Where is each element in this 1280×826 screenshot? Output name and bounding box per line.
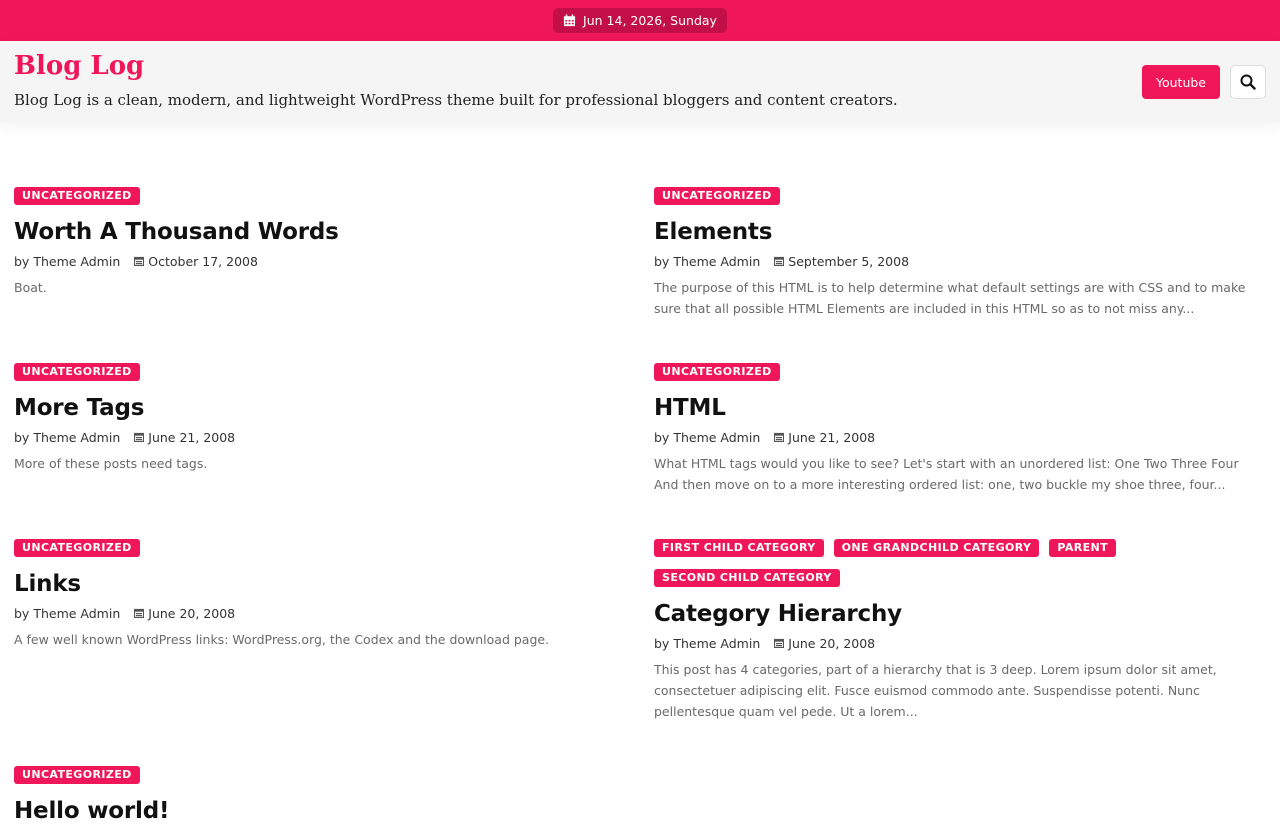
calendar-icon — [563, 14, 576, 27]
category-badge[interactable]: UNCATEGORIZED — [654, 187, 780, 205]
post-meta: by Theme Admin June 20, 2008 — [14, 603, 624, 623]
calendar-icon — [774, 638, 785, 648]
post-date[interactable]: June 20, 2008 — [134, 606, 235, 621]
post-card: FIRST CHILD CATEGORY ONE GRANDCHILD CATEG… — [654, 539, 1264, 722]
post-excerpt: What HTML tags would you like to see? Le… — [654, 456, 1239, 492]
calendar-icon — [774, 432, 785, 442]
post-author: by Theme Admin — [654, 636, 760, 651]
post-card: UNCATEGORIZED Worth A Thousand Words by … — [14, 187, 624, 298]
post-card: UNCATEGORIZED Links by Theme Admin June … — [14, 539, 624, 650]
category-badge[interactable]: UNCATEGORIZED — [14, 766, 140, 784]
category-badge[interactable]: SECOND CHILD CATEGORY — [654, 569, 840, 587]
post-categories: FIRST CHILD CATEGORY ONE GRANDCHILD CATEG… — [654, 539, 1264, 599]
post-date[interactable]: June 20, 2008 — [774, 636, 875, 651]
category-badge[interactable]: UNCATEGORIZED — [14, 363, 140, 381]
post-categories: UNCATEGORIZED — [14, 363, 624, 393]
post-author-prefix: by — [14, 253, 30, 269]
category-badge[interactable]: UNCATEGORIZED — [14, 539, 140, 557]
post-author: by Theme Admin — [14, 606, 120, 621]
site-header: Blog Log Blog Log is a clean, modern, an… — [0, 41, 1280, 122]
post-excerpt: More of these posts need tags. — [14, 456, 208, 471]
post-excerpt: Boat. — [14, 280, 47, 295]
post-meta: by Theme Admin June 21, 2008 — [654, 427, 1264, 447]
post-card: UNCATEGORIZED Elements by Theme Admin Se… — [654, 187, 1264, 319]
category-badge[interactable]: FIRST CHILD CATEGORY — [654, 539, 824, 557]
post-title[interactable]: More Tags — [14, 393, 624, 423]
site-title[interactable]: Blog Log — [14, 48, 144, 84]
post-date-text: June 21, 2008 — [148, 429, 236, 445]
post-author-link[interactable]: Theme Admin — [33, 430, 120, 445]
post-categories: UNCATEGORIZED — [14, 766, 624, 796]
post-excerpt: This post has 4 categories, part of a hi… — [654, 662, 1217, 719]
post-date[interactable]: October 17, 2008 — [134, 254, 258, 269]
post-date[interactable]: June 21, 2008 — [134, 430, 235, 445]
post-title[interactable]: Category Hierarchy — [654, 599, 1264, 629]
post-meta: by Theme Admin June 20, 2008 — [654, 633, 1264, 653]
post-title[interactable]: HTML — [654, 393, 1264, 423]
post-categories: UNCATEGORIZED — [14, 539, 624, 569]
post-card: UNCATEGORIZED HTML by Theme Admin June 2… — [654, 363, 1264, 495]
post-author-prefix: by — [14, 429, 30, 445]
post-title[interactable]: Elements — [654, 217, 1264, 247]
post-author-link[interactable]: Theme Admin — [33, 606, 120, 621]
post-date-text: October 17, 2008 — [148, 253, 258, 269]
post-author-link[interactable]: Theme Admin — [33, 254, 120, 269]
post-author-link[interactable]: Theme Admin — [673, 254, 760, 269]
post-author-prefix: by — [654, 635, 670, 651]
category-badge[interactable]: UNCATEGORIZED — [654, 363, 780, 381]
category-badge[interactable]: ONE GRANDCHILD CATEGORY — [833, 539, 1040, 557]
calendar-icon — [134, 256, 145, 266]
post-author-prefix: by — [654, 429, 670, 445]
post-author-prefix: by — [14, 605, 30, 621]
top-bar: Jun 14, 2026, Sunday — [0, 0, 1280, 41]
post-date-text: September 5, 2008 — [788, 253, 910, 269]
post-date-text: June 20, 2008 — [148, 605, 236, 621]
calendar-icon — [774, 256, 785, 266]
post-date[interactable]: September 5, 2008 — [774, 254, 909, 269]
current-date-text: Jun 14, 2026, Sunday — [583, 13, 717, 28]
post-author-link[interactable]: Theme Admin — [673, 636, 760, 651]
post-meta: by Theme Admin June 21, 2008 — [14, 427, 624, 447]
post-categories: UNCATEGORIZED — [14, 187, 624, 217]
post-author-link[interactable]: Theme Admin — [673, 430, 760, 445]
post-date-text: June 20, 2008 — [788, 635, 876, 651]
post-date[interactable]: June 21, 2008 — [774, 430, 875, 445]
category-badge[interactable]: PARENT — [1049, 539, 1117, 557]
post-categories: UNCATEGORIZED — [654, 187, 1264, 217]
post-author: by Theme Admin — [654, 430, 760, 445]
post-author: by Theme Admin — [654, 254, 760, 269]
site-description: Blog Log is a clean, modern, and lightwe… — [14, 91, 898, 109]
post-card: UNCATEGORIZED More Tags by Theme Admin J… — [14, 363, 624, 474]
current-date-badge: Jun 14, 2026, Sunday — [553, 8, 727, 33]
post-author: by Theme Admin — [14, 254, 120, 269]
post-excerpt: The purpose of this HTML is to help dete… — [654, 280, 1246, 316]
post-author-prefix: by — [654, 253, 670, 269]
post-title[interactable]: Hello world! — [14, 796, 624, 826]
post-meta: by Theme Admin September 5, 2008 — [654, 251, 1264, 271]
post-excerpt: A few well known WordPress links: WordPr… — [14, 632, 550, 647]
post-author: by Theme Admin — [14, 430, 120, 445]
post-meta: by Theme Admin October 17, 2008 — [14, 251, 624, 271]
search-icon — [1240, 74, 1256, 90]
post-title[interactable]: Worth A Thousand Words — [14, 217, 624, 247]
youtube-button[interactable]: Youtube — [1142, 65, 1220, 99]
post-card: UNCATEGORIZED Hello world! — [14, 766, 624, 826]
calendar-icon — [134, 608, 145, 618]
category-badge[interactable]: UNCATEGORIZED — [14, 187, 140, 205]
post-categories: UNCATEGORIZED — [654, 363, 1264, 393]
search-button[interactable] — [1230, 65, 1266, 99]
post-title[interactable]: Links — [14, 569, 624, 599]
calendar-icon — [134, 432, 145, 442]
post-date-text: June 21, 2008 — [788, 429, 876, 445]
